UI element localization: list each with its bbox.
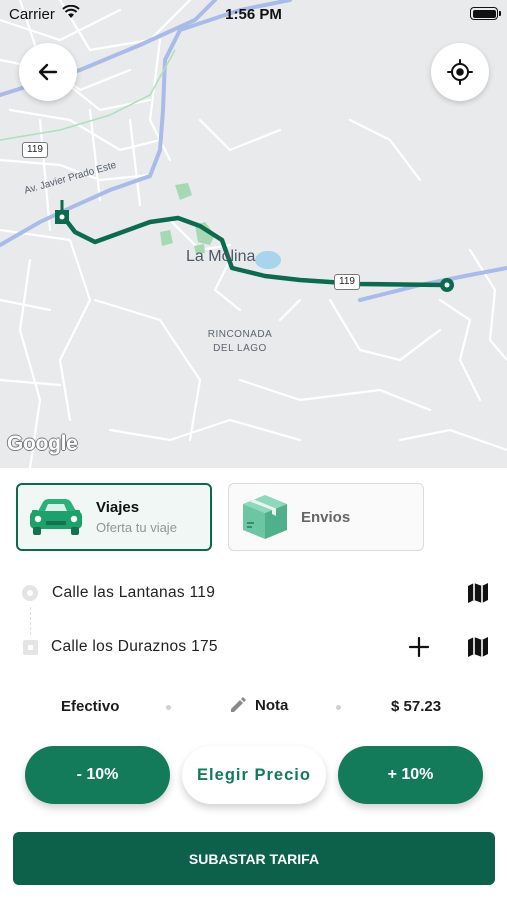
area-label: RINCONADA DEL LAGO	[196, 328, 284, 356]
destination-marker-icon	[440, 278, 454, 292]
route-shield: 119	[334, 274, 360, 290]
separator-dot	[166, 705, 171, 710]
battery-icon	[470, 7, 501, 20]
my-location-button[interactable]	[431, 43, 489, 101]
service-envios-card[interactable]: Envios	[228, 483, 424, 551]
destination-address: Calle los Duraznos 175	[51, 638, 218, 655]
plus-icon	[408, 636, 430, 658]
back-button[interactable]	[19, 43, 77, 101]
service-envios-title: Envios	[301, 508, 351, 526]
origin-dot-icon	[22, 585, 38, 601]
pencil-icon	[231, 697, 246, 712]
car-icon	[30, 499, 82, 535]
google-attribution: Google	[7, 432, 78, 455]
trip-meta-row: Efectivo Nota $ 57.23	[0, 694, 507, 720]
area-label-line1: RINCONADA	[207, 329, 273, 340]
screen: 119 119 Av. Javier Prado Este La Molina …	[0, 0, 507, 900]
price-value: $ 57.23	[391, 698, 442, 715]
service-viajes-title: Viajes	[96, 499, 140, 516]
arrow-left-icon	[38, 63, 58, 81]
package-box-icon	[243, 495, 287, 539]
map-fold-icon	[468, 583, 488, 603]
increase-price-button[interactable]: + 10%	[338, 746, 483, 804]
note-label: Nota	[255, 696, 289, 714]
crosshair-icon	[447, 59, 473, 85]
decrease-price-button[interactable]: - 10%	[25, 746, 170, 804]
payment-method[interactable]: Efectivo	[61, 698, 119, 715]
add-stop-button[interactable]	[403, 631, 435, 663]
booking-panel: Viajes Oferta tu viaje Envios Calle las …	[0, 468, 507, 900]
separator-dot	[336, 705, 341, 710]
origin-marker-icon	[55, 200, 69, 224]
origin-map-button[interactable]	[462, 577, 494, 609]
clock: 1:56 PM	[225, 6, 282, 23]
area-label-line2: DEL LAGO	[213, 343, 267, 354]
note-button[interactable]: Nota	[229, 696, 288, 714]
map-fold-icon	[468, 637, 488, 657]
origin-address-row[interactable]: Calle las Lantanas 119	[0, 573, 507, 613]
district-label: La Molina	[186, 248, 256, 265]
route-shield: 119	[22, 142, 48, 158]
destination-square-icon	[23, 639, 38, 655]
submit-bid-button[interactable]: SUBASTAR TARIFA	[13, 832, 495, 885]
choose-price-button[interactable]: Elegir Precio	[182, 746, 326, 804]
service-viajes-subtitle: Oferta tu viaje	[96, 520, 177, 535]
map-view[interactable]: 119 119 Av. Javier Prado Este La Molina …	[0, 0, 507, 468]
destination-map-button[interactable]	[462, 631, 494, 663]
status-bar: Carrier 1:56 PM	[0, 0, 507, 28]
service-viajes-card[interactable]: Viajes Oferta tu viaje	[16, 483, 212, 551]
origin-address: Calle las Lantanas 119	[52, 584, 216, 601]
